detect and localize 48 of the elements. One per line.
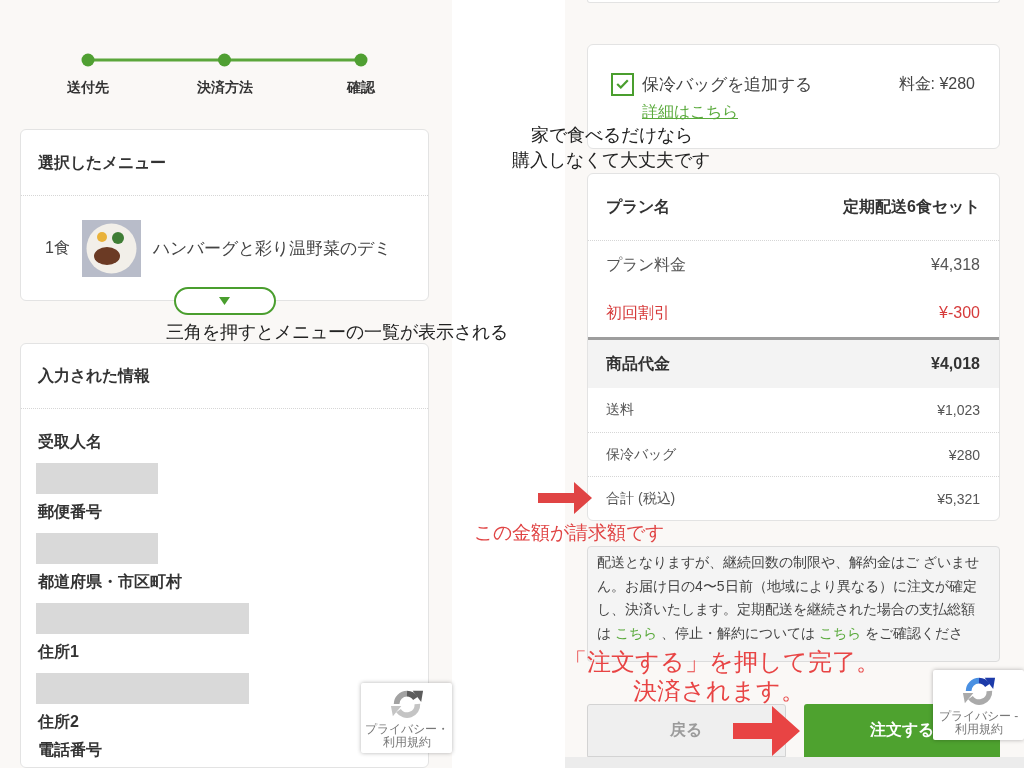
step-dot [81,53,95,67]
row-label: プラン名 [606,196,670,217]
dish-name: ハンバーグと彩り温野菜のデミ [152,237,391,260]
annotation-text: 決済されます。 [633,679,805,704]
step-dot [218,53,231,67]
row-value: 定期配送6食セット [843,196,980,217]
terms-link[interactable]: こちら [818,624,861,641]
quantity-text: 1食 [45,237,70,258]
row-value: ¥280 [948,446,980,463]
field-label: 郵便番号 [38,502,102,522]
annotation-text: この金額が請求額です [474,522,664,544]
checkmark-icon [616,79,629,89]
card-title: 入力された情報 [38,366,150,386]
card-title: 選択したメニュー [38,152,166,173]
row-value: ¥1,023 [937,402,980,418]
row-label: 合計 (税込) [606,489,676,508]
row-value: ¥-300 [939,304,980,322]
option-label: 保冷バッグを追加する [642,73,812,96]
field-label: 住所2 [38,712,79,732]
terms-link[interactable]: こちら [614,624,657,641]
step-label: 送付先 [67,78,110,96]
photo-placeholder [81,219,141,277]
annotation-text: 家で食べるだけなら [531,125,693,145]
step-label: 確認 [347,78,376,96]
checkbox[interactable] [611,72,634,96]
caret-icon [219,297,230,305]
row-label: 保冷バッグ [606,445,676,464]
row-label: 初回割引 [606,302,670,323]
row-label: 商品代金 [606,353,670,374]
step-dot [354,53,368,67]
expand-button[interactable] [173,287,276,315]
row-value: ¥4,318 [931,256,980,274]
option-price: 料金: ¥280 [898,73,975,94]
terms-text: 配送となりますが、継続回数の制限や、解約金はご ざいません。お届け日の4〜5日前（地域により異なる）に注文が確定し、決済いたします。定期配送を継続された場合の支払総額は こちら 、停止・解約については こちら をご確認くださ [597,553,980,643]
annotation-text: 購入しなくて大丈夫です [512,150,710,170]
field-label: 都道府県・市区町村 [38,572,182,592]
details-link[interactable]: 詳細はこちら [642,100,738,124]
row-label: 送料 [606,401,634,419]
back-button[interactable]: 戻る [587,704,786,757]
step-label: 決済方法 [196,78,253,96]
field-label: 受取人名 [38,432,102,452]
field-label: 住所1 [38,642,79,662]
row-label: プラン料金 [606,254,686,275]
annotation-text: 三角を押すとメニューの一覧が表示される [166,321,508,343]
annotation-text: 「注文する」を押して完了。 [563,649,880,676]
row-value: ¥4,018 [931,355,980,373]
field-label: 電話番号 [38,740,102,760]
row-value: ¥5,321 [937,490,980,507]
